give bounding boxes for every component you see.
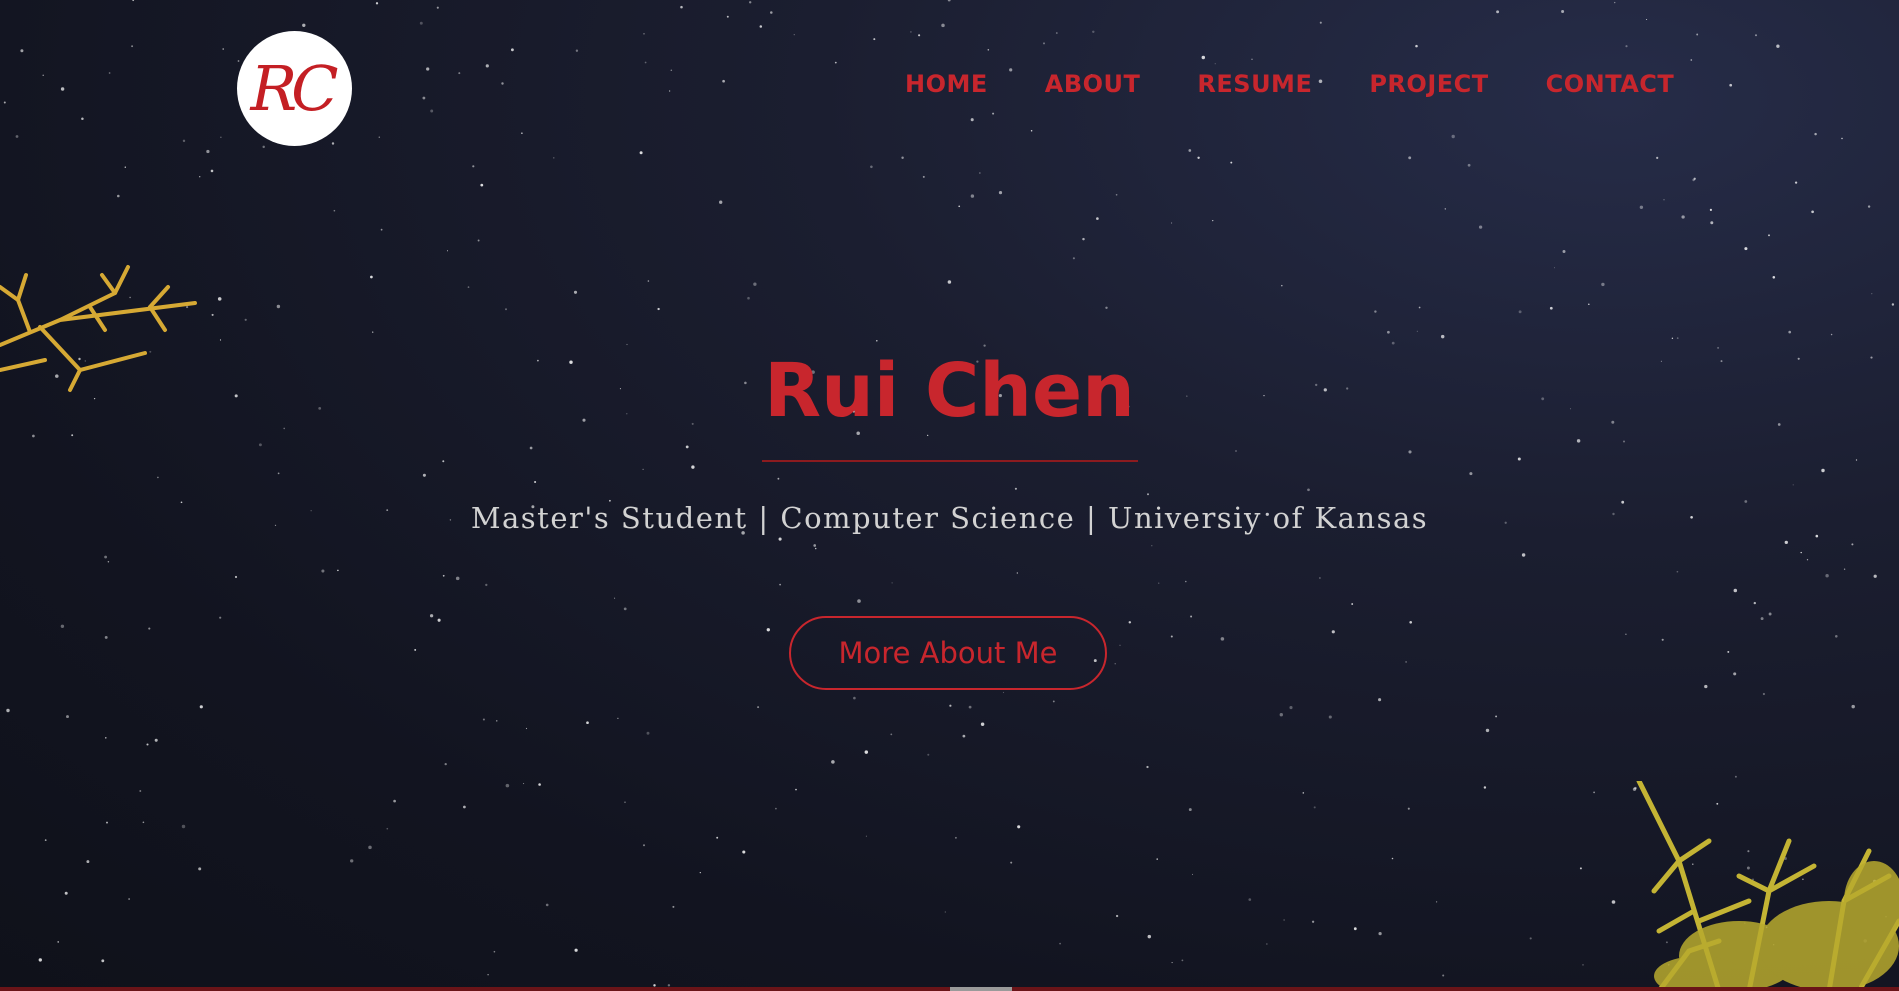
hero-subtitle: Master's Student | Computer Science | Un…	[470, 501, 1429, 535]
nav-resume-link[interactable]: RESUME	[1197, 70, 1312, 98]
site-logo[interactable]: RC	[237, 31, 352, 146]
tree-decoration-right	[1636, 781, 1899, 991]
heading-divider	[762, 460, 1138, 462]
more-about-me-button[interactable]: More About Me	[789, 616, 1107, 690]
nav-contact-link[interactable]: CONTACT	[1546, 70, 1675, 98]
scroll-indicator	[950, 987, 1012, 991]
nav-about-link[interactable]: ABOUT	[1045, 70, 1141, 98]
nav-home-link[interactable]: HOME	[905, 70, 988, 98]
hero-name-heading: Rui Chen	[764, 348, 1135, 434]
main-navigation: HOME ABOUT RESUME PROJECT CONTACT	[905, 70, 1674, 98]
logo-monogram: RC	[250, 52, 338, 125]
nav-project-link[interactable]: PROJECT	[1369, 70, 1488, 98]
